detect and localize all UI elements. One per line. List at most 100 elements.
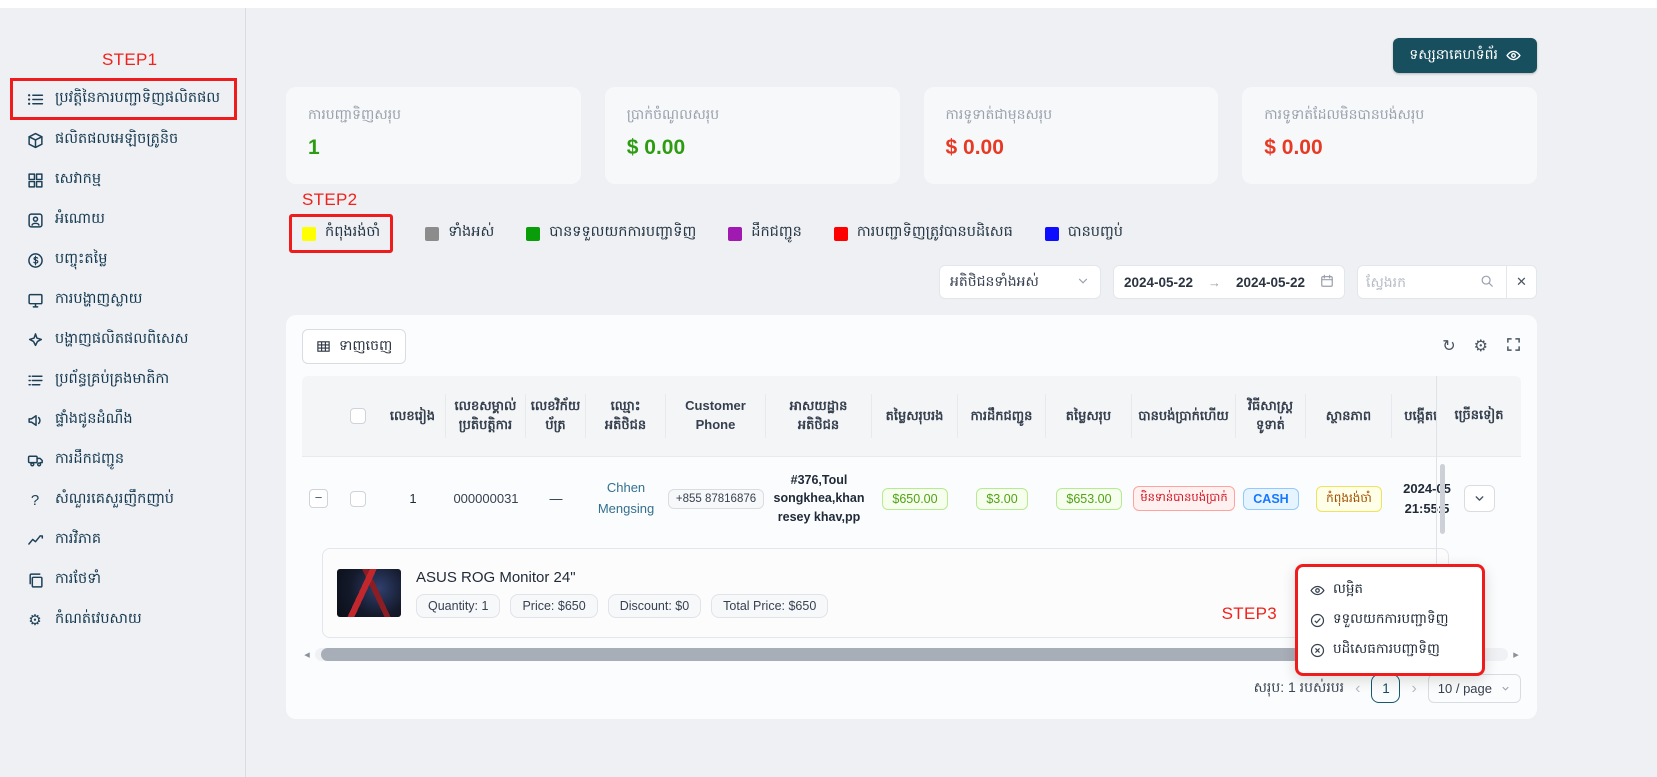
legend-item-rejected: ការបញ្ជាទិញត្រូវបានបដិសេធ xyxy=(834,223,1013,244)
visit-website-button[interactable]: ទស្សនាគេហទំព័រ xyxy=(1393,38,1537,73)
page-size-select[interactable]: 10 / page xyxy=(1428,674,1521,703)
legend-label: ដឹកជញ្ជូន xyxy=(751,223,802,244)
main-content: ទស្សនាគេហទំព័រ ការបញ្ជាទិញសរុប 1 ប្រាក់ច… xyxy=(246,8,1657,777)
header-expand-col xyxy=(302,394,335,438)
table-toolbar: ទាញចេញ ↻ ⚙ xyxy=(302,329,1521,364)
settings-gear-icon[interactable]: ⚙ xyxy=(1474,339,1488,355)
collapse-row-button[interactable]: − xyxy=(309,489,328,508)
stat-card-total-revenue: ប្រាក់ចំណូលសរុប $ 0.00 xyxy=(605,87,900,184)
top-strip xyxy=(0,0,1657,8)
sidebar-item-label: បង្ហាញផលិតផលពិសេស xyxy=(55,330,188,351)
stat-value: $ 0.00 xyxy=(1264,136,1515,160)
transaction-id: 000000031 xyxy=(453,489,518,509)
column-header-payment-method: វិធីសាស្ត្រទូទាត់ xyxy=(1236,394,1306,438)
select-all-checkbox[interactable] xyxy=(350,408,366,424)
payment-method-chip: CASH xyxy=(1243,488,1298,510)
quantity-chip: Quantity: 1 xyxy=(416,594,500,618)
sidebar-item-donations[interactable]: អំណោយ xyxy=(0,200,245,240)
price-chip: Price: $650 xyxy=(510,594,597,618)
current-page-button[interactable]: 1 xyxy=(1371,674,1400,703)
column-header-status: ស្ថានភាព xyxy=(1306,394,1392,438)
next-page-button[interactable]: › xyxy=(1411,680,1416,698)
table-icon xyxy=(316,339,331,354)
menu-item-reject-order[interactable]: បដិសេធការបញ្ជាទិញ xyxy=(1304,635,1476,665)
delivery-fee-chip: $3.00 xyxy=(976,488,1027,510)
sidebar-item-label: ការបង្ហាញស្លាយ xyxy=(55,290,142,311)
sidebar-item-faq[interactable]: ? សំណួរគេសួរញឹកញាប់ xyxy=(0,480,245,520)
megaphone-icon xyxy=(26,411,44,429)
subtotal-chip: $650.00 xyxy=(882,488,947,510)
select-all-cell xyxy=(335,394,380,438)
customer-filter-select[interactable]: អតិថិជនទាំងអស់ xyxy=(939,265,1101,299)
sidebar-item-order-history[interactable]: ប្រវត្តិនៃការបញ្ជាទិញផលិតផល xyxy=(10,78,237,120)
visit-website-label: ទស្សនាគេហទំព័រ xyxy=(1409,45,1498,66)
menu-item-accept-order[interactable]: ទទួលយកការបញ្ជាទិញ xyxy=(1304,605,1476,635)
sidebar-item-featured-products[interactable]: បង្ហាញផលិតផលពិសេស xyxy=(0,320,245,360)
eye-icon xyxy=(1506,48,1521,63)
stat-label: ការទូទាត់ជាមុនសរុប xyxy=(946,105,1197,126)
product-image xyxy=(337,569,401,617)
grid-icon xyxy=(26,171,44,189)
sidebar-item-slideshow[interactable]: ការបង្ហាញស្លាយ xyxy=(0,280,245,320)
column-header-invoice: លេខវិក័យប័ត្រ xyxy=(526,394,586,438)
orders-table: លេខរៀង លេខសម្គាល់ប្រតិបត្តិការ លេខវិក័យប… xyxy=(302,376,1521,638)
stats-cards: ការបញ្ជាទិញសរុប 1 ប្រាក់ចំណូលសរុប $ 0.00… xyxy=(286,87,1537,184)
sidebar-item-analytics[interactable]: ការវិភាគ xyxy=(0,520,245,560)
expanded-order-details: ASUS ROG Monitor 24" Quantity: 1 Price: … xyxy=(322,548,1449,638)
legend-item-completed: បានបញ្ចប់ xyxy=(1045,223,1123,244)
sidebar: STEP1 ប្រវត្តិនៃការបញ្ជាទិញផលិតផល ផលិតផល… xyxy=(0,8,246,777)
date-range-picker[interactable]: 2024-05-22 → 2024-05-22 xyxy=(1113,265,1345,299)
sidebar-item-announcements[interactable]: ផ្ទាំងជូនដំណឹង xyxy=(0,400,245,440)
sidebar-item-website-settings[interactable]: ⚙ កំណត់វេបសាយ xyxy=(0,600,245,640)
sidebar-item-label: ផ្ទាំងជូនដំណឹង xyxy=(55,410,133,431)
sidebar-item-label: សំណួរគេសួរញឹកញាប់ xyxy=(55,490,174,511)
clear-search-button[interactable]: ✕ xyxy=(1507,265,1537,299)
column-header-transaction-id: លេខសម្គាល់ប្រតិបត្តិការ xyxy=(446,394,526,438)
sidebar-item-maintenance[interactable]: ការថែទាំ xyxy=(0,560,245,600)
page-size-value: 10 / page xyxy=(1438,681,1492,696)
menu-item-label: លម្អិត xyxy=(1333,580,1363,600)
person-icon xyxy=(26,211,44,229)
order-status-chip: កំពុងរង់ចាំ xyxy=(1316,486,1382,512)
chevron-down-icon xyxy=(1076,274,1090,291)
customer-name-link[interactable]: Chhen Mengsing xyxy=(591,478,661,520)
search-icon[interactable] xyxy=(1480,274,1494,291)
question-icon: ? xyxy=(26,491,44,509)
copy-icon xyxy=(26,571,44,589)
sidebar-item-electronic-products[interactable]: ផលិតផលអេឡិចត្រូនិច xyxy=(0,120,245,160)
export-button[interactable]: ទាញចេញ xyxy=(302,329,406,364)
column-header-more: ច្រើនទៀត xyxy=(1437,376,1521,456)
filter-bar: អតិថិជនទាំងអស់ 2024-05-22 → 2024-05-22 ✕ xyxy=(286,265,1537,299)
stat-card-total-prepaid: ការទូទាត់ជាមុនសរុប $ 0.00 xyxy=(924,87,1219,184)
column-header-subtotal: តម្លៃសរុបរង xyxy=(872,394,958,438)
sidebar-item-label: ការវិភាគ xyxy=(55,530,101,551)
package-icon xyxy=(26,131,44,149)
date-from-value[interactable]: 2024-05-22 xyxy=(1124,275,1193,290)
date-to-value[interactable]: 2024-05-22 xyxy=(1236,275,1305,290)
sidebar-item-discounts[interactable]: បញ្ចុះតម្លៃ xyxy=(0,240,245,280)
sidebar-item-label: អំណោយ xyxy=(55,210,105,231)
customer-filter-value: អតិថិជនទាំងអស់ xyxy=(950,272,1039,293)
legend-item-pending: កំពុងរង់ចាំ xyxy=(289,214,393,253)
sidebar-item-cms[interactable]: ប្រព័ន្ធគ្រប់គ្រងមាតិកា xyxy=(0,360,245,400)
chevron-down-icon xyxy=(1500,683,1511,694)
row-actions-menu: លម្អិត ទទួលយកការបញ្ជាទិញ បដិសេធការបញ្ជាទ… xyxy=(1295,564,1485,676)
dollar-icon xyxy=(26,251,44,269)
fullscreen-icon[interactable] xyxy=(1506,337,1521,356)
search-input[interactable] xyxy=(1366,274,1474,290)
refresh-icon[interactable]: ↻ xyxy=(1442,339,1455,355)
row-actions-dropdown-button[interactable] xyxy=(1464,485,1495,512)
stat-label: ប្រាក់ចំណូលសរុប xyxy=(627,105,878,126)
paid-status-chip: មិនទាន់បានបង់ប្រាក់ xyxy=(1133,486,1234,511)
step1-annotation: STEP1 xyxy=(102,50,245,70)
menu-item-details[interactable]: លម្អិត xyxy=(1304,575,1476,605)
table-row: − 1 000000031 — Chhen Mengsing +855 8781… xyxy=(302,456,1521,540)
chevron-down-icon xyxy=(1473,492,1486,505)
scroll-left-arrow[interactable]: ◂ xyxy=(302,648,312,661)
row-checkbox[interactable] xyxy=(350,491,366,507)
sidebar-item-services[interactable]: សេវាកម្ម xyxy=(0,160,245,200)
previous-page-button[interactable]: ‹ xyxy=(1355,680,1360,698)
sidebar-item-delivery[interactable]: ការដឹកជញ្ជូន xyxy=(0,440,245,480)
scrollbar-thumb[interactable] xyxy=(321,648,1452,661)
scroll-right-arrow[interactable]: ▸ xyxy=(1511,648,1521,661)
